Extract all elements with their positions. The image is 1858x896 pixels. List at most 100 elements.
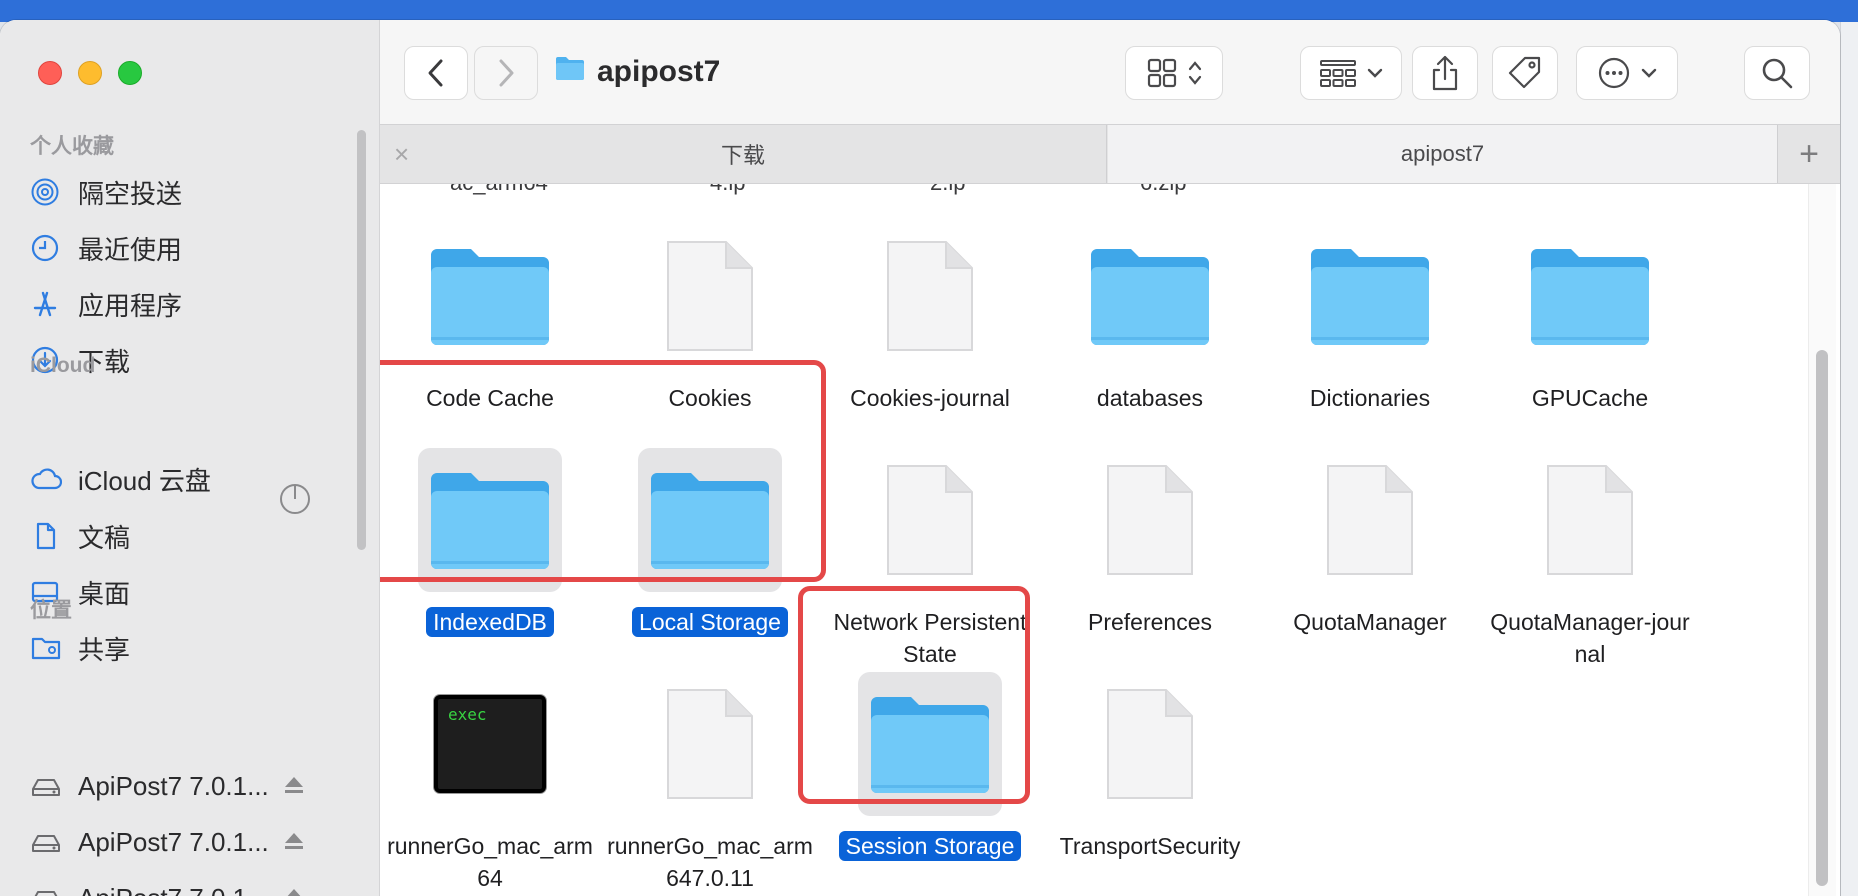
minimize-window-button[interactable] xyxy=(78,61,102,85)
file-item[interactable]: Cookies-journal xyxy=(820,224,1040,414)
sidebar-item-label: ApiPost7 7.0.1... xyxy=(78,883,269,896)
sidebar-item-label: 应用程序 xyxy=(78,290,183,321)
file-name-text: QuotaManager-journal xyxy=(1490,609,1690,667)
file-name[interactable]: Session Storage xyxy=(825,830,1035,862)
eject-icon[interactable] xyxy=(282,829,306,853)
file-thumbnail[interactable] xyxy=(1518,448,1662,592)
file-name[interactable]: runnerGo_mac_arm647.0.11 xyxy=(605,830,815,894)
zoom-window-button[interactable] xyxy=(118,61,142,85)
tag-button[interactable] xyxy=(1492,46,1558,100)
document-file-icon xyxy=(887,465,973,575)
file-thumbnail[interactable] xyxy=(418,224,562,368)
file-thumbnail[interactable] xyxy=(638,224,782,368)
file-item[interactable]: Preferences xyxy=(1040,448,1260,638)
group-icon xyxy=(1320,60,1356,87)
file-thumbnail[interactable] xyxy=(1078,224,1222,368)
file-thumbnail[interactable] xyxy=(1298,448,1442,592)
document-icon xyxy=(30,521,68,551)
file-name[interactable]: IndexedDB xyxy=(385,606,595,638)
file-name-text: TransportSecurity xyxy=(1059,833,1241,859)
file-name[interactable]: QuotaManager-journal xyxy=(1485,606,1695,670)
exec-label: exec xyxy=(448,705,487,724)
grid-view-icon xyxy=(1147,58,1177,88)
file-name[interactable]: databases xyxy=(1045,382,1255,414)
tab-label: apipost7 xyxy=(1400,141,1485,166)
tab-apipost7[interactable]: apipost7 xyxy=(1108,125,1778,183)
cutoff-file-name[interactable]: ac_arm64 xyxy=(450,184,548,196)
file-item[interactable]: exec runnerGo_mac_arm64 xyxy=(380,672,600,894)
sidebar: 个人收藏 隔空投送 最近使用 应用程序 下载 iCloud iCloud 云盘 … xyxy=(0,20,380,896)
sidebar-section-favorites: 个人收藏 xyxy=(30,135,114,158)
folder-item[interactable]: databases xyxy=(1040,224,1260,414)
file-thumbnail[interactable] xyxy=(858,224,1002,368)
file-name[interactable]: Cookies-journal xyxy=(825,382,1035,414)
sidebar-item-label: 隔空投送 xyxy=(78,178,183,209)
sidebar-item-desktop[interactable]: 桌面 xyxy=(30,572,330,612)
tab-downloads[interactable]: × 下载 xyxy=(380,125,1107,183)
file-name-text: Local Storage xyxy=(632,607,788,637)
file-thumbnail[interactable]: exec xyxy=(418,672,562,816)
sidebar-scrollbar[interactable] xyxy=(357,130,366,550)
sidebar-item-documents[interactable]: 文稿 xyxy=(30,516,330,556)
file-thumbnail[interactable] xyxy=(638,672,782,816)
file-name[interactable]: Preferences xyxy=(1045,606,1255,638)
search-button[interactable] xyxy=(1744,46,1810,100)
cutoff-file-name[interactable]: 4.ip xyxy=(710,184,745,196)
file-item[interactable]: runnerGo_mac_arm647.0.11 xyxy=(600,672,820,894)
folder-icon xyxy=(1091,249,1209,345)
apps-icon xyxy=(30,289,68,319)
file-name[interactable]: QuotaManager xyxy=(1265,606,1475,638)
document-file-icon xyxy=(667,689,753,799)
sidebar-item-recents[interactable]: 最近使用 xyxy=(30,228,330,268)
file-thumbnail[interactable] xyxy=(1078,448,1222,592)
file-item[interactable]: TransportSecurity xyxy=(1040,672,1260,862)
file-thumbnail[interactable] xyxy=(1298,224,1442,368)
file-name[interactable]: Dictionaries xyxy=(1265,382,1475,414)
file-name-text: QuotaManager xyxy=(1293,609,1447,635)
file-name[interactable]: GPUCache xyxy=(1485,382,1695,414)
file-thumbnail[interactable] xyxy=(1518,224,1662,368)
folder-icon xyxy=(1531,249,1649,345)
cutoff-file-name[interactable]: 2.ip xyxy=(930,184,965,196)
close-window-button[interactable] xyxy=(38,61,62,85)
ellipsis-circle-icon xyxy=(1598,57,1630,89)
file-name[interactable]: Local Storage xyxy=(605,606,815,638)
search-icon xyxy=(1762,58,1793,89)
background-app-toolbar xyxy=(0,0,1858,22)
close-tab-icon[interactable]: × xyxy=(394,139,409,170)
document-file-icon xyxy=(1107,465,1193,575)
document-file-icon xyxy=(1107,689,1193,799)
content-scrollbar-thumb[interactable] xyxy=(1816,350,1828,886)
file-name-text: Preferences xyxy=(1087,609,1212,635)
file-thumbnail[interactable] xyxy=(1078,672,1222,816)
eject-icon[interactable] xyxy=(282,773,306,797)
view-mode-button[interactable] xyxy=(1125,46,1223,100)
group-button[interactable] xyxy=(1300,46,1402,100)
file-name[interactable]: runnerGo_mac_arm64 xyxy=(385,830,595,894)
chevron-down-icon xyxy=(1367,68,1383,78)
cutoff-file-name[interactable]: 6.zip xyxy=(1140,184,1186,196)
sidebar-item-label: ApiPost7 7.0.1... xyxy=(78,826,269,857)
new-tab-button[interactable]: + xyxy=(1780,125,1838,183)
chevron-down-icon xyxy=(1641,68,1657,78)
sidebar-item-airdrop[interactable]: 隔空投送 xyxy=(30,172,330,212)
file-item[interactable]: QuotaManager-journal xyxy=(1480,448,1700,670)
folder-item[interactable]: Dictionaries xyxy=(1260,224,1480,414)
window-title: apipost7 xyxy=(555,52,720,92)
chevron-left-icon xyxy=(428,59,443,87)
back-button[interactable] xyxy=(404,46,468,100)
file-thumbnail[interactable] xyxy=(858,448,1002,592)
share-button[interactable] xyxy=(1412,46,1478,100)
cloud-icon xyxy=(30,464,68,494)
document-file-icon xyxy=(667,241,753,351)
sidebar-item-shared[interactable]: 共享 xyxy=(30,628,330,668)
eject-icon[interactable] xyxy=(282,885,306,896)
more-actions-button[interactable] xyxy=(1576,46,1678,100)
folder-item[interactable]: GPUCache xyxy=(1480,224,1700,414)
shared-folder-icon xyxy=(30,633,68,663)
forward-button[interactable] xyxy=(474,46,538,100)
file-name[interactable]: TransportSecurity xyxy=(1045,830,1255,862)
file-item[interactable]: QuotaManager xyxy=(1260,448,1480,638)
clock-icon xyxy=(30,233,68,263)
sidebar-item-applications[interactable]: 应用程序 xyxy=(30,284,330,324)
